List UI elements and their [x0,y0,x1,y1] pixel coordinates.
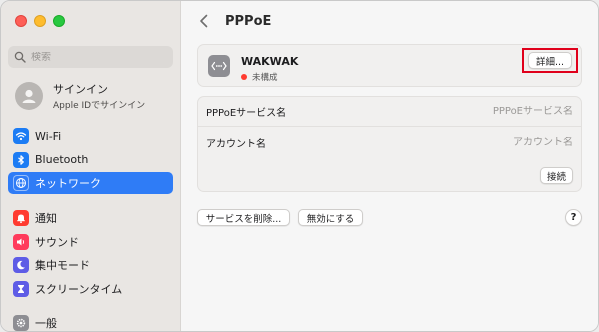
sidebar-item-label: 通知 [35,212,57,225]
service-name-input[interactable] [423,106,573,117]
search-icon [14,51,26,63]
person-icon [22,89,36,103]
account-subtitle: Apple IDでサインイン [53,101,146,111]
chevron-left-icon[interactable] [199,13,213,29]
sidebar-item-label: サウンド [35,235,79,249]
window-controls [15,15,65,27]
minimize-window-button[interactable] [34,15,46,27]
avatar [15,82,43,110]
bluetooth-icon [13,151,29,168]
sidebar-item-bluetooth[interactable]: Bluetooth [8,149,173,171]
pppoe-form: PPPoEサービス名 アカウント名 接続 [197,96,582,192]
sidebar-group-connectivity: Wi-Fi Bluetooth ネットワーク [8,125,173,196]
sidebar-item-network[interactable]: ネットワーク [8,172,173,194]
sidebar-item-label: ネットワーク [35,177,101,190]
header: PPPoE [199,11,271,31]
sidebar-group-notifications: 通知 サウンド 集中モード スクリーンタイム [8,207,173,301]
account-name: サインイン [53,83,108,96]
sidebar-item-notifications[interactable]: 通知 [8,207,173,229]
sidebar-item-label: スクリーンタイム [35,282,123,296]
sidebar-item-label: 一般 [35,317,57,330]
search-input[interactable] [31,51,161,63]
service-status: 未構成 [241,71,278,83]
close-window-button[interactable] [15,15,27,27]
sidebar-item-label: Wi-Fi [35,129,62,143]
help-button[interactable]: ? [565,209,582,226]
sidebar-item-focus[interactable]: 集中モード [8,254,173,276]
search-field[interactable] [8,46,173,68]
connect-button[interactable]: 接続 [540,167,573,184]
sidebar: サインイン Apple IDでサインイン Wi-Fi Bluetooth [1,1,181,331]
globe-icon [13,175,29,191]
moon-icon [13,257,29,273]
hourglass-icon [13,280,29,297]
account-name-input[interactable] [423,136,573,148]
service-name: WAKWAK [241,55,299,68]
service-card: WAKWAK 未構成 詳細... [197,44,582,87]
page-title: PPPoE [225,13,272,29]
speaker-icon [13,233,29,250]
account-signin[interactable]: サインイン Apple IDでサインイン [15,81,145,111]
sidebar-group-general: 一般 [8,312,173,331]
zoom-window-button[interactable] [53,15,65,27]
delete-service-button[interactable]: サービスを削除... [197,209,290,226]
form-row-service-name: PPPoEサービス名 [198,97,581,127]
main-pane: PPPoE WAKWAK 未構成 詳細... PPPoEサービス名 アカウント名 [181,1,598,331]
sidebar-item-sound[interactable]: サウンド [8,231,173,253]
details-button[interactable]: 詳細... [528,52,572,69]
footer-actions: サービスを削除... 無効にする ? [197,209,582,227]
form-row-account: アカウント名 [198,127,581,157]
status-dot-icon [241,74,247,80]
gear-icon [13,315,29,331]
sidebar-item-screen-time[interactable]: スクリーンタイム [8,278,173,300]
service-status-text: 未構成 [252,73,278,83]
settings-window: サインイン Apple IDでサインイン Wi-Fi Bluetooth [0,0,599,332]
disable-button[interactable]: 無効にする [298,209,363,226]
network-service-icon [208,55,230,77]
bell-icon [13,210,29,226]
service-name-label: PPPoEサービス名 [206,108,287,119]
sidebar-item-wifi[interactable]: Wi-Fi [8,125,173,147]
sidebar-item-label: Bluetooth [35,153,89,166]
wifi-icon [13,128,29,144]
account-name-label: アカウント名 [206,138,266,150]
details-highlight: 詳細... [522,48,578,73]
sidebar-item-general[interactable]: 一般 [8,312,173,331]
sidebar-item-label: 集中モード [35,259,90,272]
